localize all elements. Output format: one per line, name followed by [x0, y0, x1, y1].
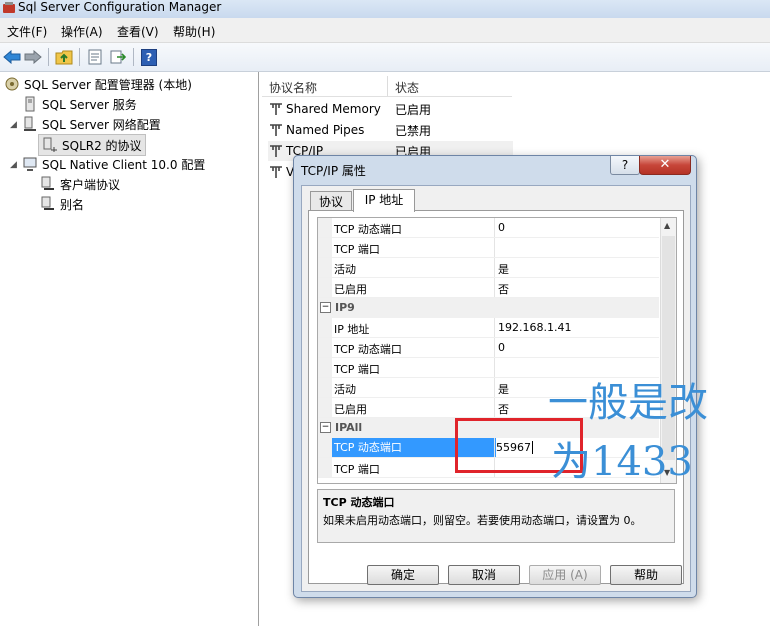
- menu-help[interactable]: 帮助(H): [173, 23, 215, 40]
- help-button[interactable]: ?: [610, 156, 640, 175]
- menu-view[interactable]: 查看(V): [117, 23, 159, 40]
- tree-item-label: 别名: [60, 197, 85, 212]
- tree-item-label: SQL Native Client 10.0 配置: [42, 157, 206, 172]
- category-ip9[interactable]: − IP9: [318, 298, 659, 318]
- ok-button[interactable]: 确定: [367, 565, 439, 585]
- tree-item-network-config[interactable]: SQL Server 网络配置: [22, 114, 161, 134]
- property-row[interactable]: TCP 动态端口 0: [318, 338, 659, 358]
- toolbar-separator: [48, 48, 49, 66]
- tree-item-sql-server-services[interactable]: SQL Server 服务: [22, 94, 137, 114]
- tab-ip-address[interactable]: IP 地址: [353, 189, 415, 212]
- tree-item-label: 客户端协议: [60, 177, 121, 192]
- export-icon[interactable]: [108, 47, 128, 67]
- back-arrow-icon[interactable]: [2, 47, 22, 67]
- config-manager-icon: [5, 77, 19, 91]
- window-title: Sql Server Configuration Manager: [18, 0, 222, 14]
- tree-item-aliases[interactable]: 别名: [40, 194, 84, 214]
- navigation-tree: SQL Server 配置管理器 (本地) SQL Server 服务 ◢ SQ…: [0, 72, 259, 626]
- tree-root-label: SQL Server 配置管理器 (本地): [24, 77, 192, 92]
- tree-item-label: SQL Server 服务: [42, 97, 137, 112]
- protocol-name: Named Pipes: [286, 123, 365, 137]
- protocol-icon: [270, 124, 282, 136]
- annotation-text-line2: 为1433: [551, 439, 693, 485]
- protocol-status: 已启用: [395, 102, 432, 117]
- help-dialog-button[interactable]: 帮助: [610, 565, 682, 585]
- tree-item-label: SQLR2 的协议: [62, 138, 142, 153]
- close-button[interactable]: ✕: [639, 156, 691, 175]
- collapse-toggle-icon[interactable]: −: [320, 302, 331, 313]
- collapse-toggle-icon[interactable]: −: [320, 422, 331, 433]
- tree-item-native-client-config[interactable]: SQL Native Client 10.0 配置: [22, 154, 205, 174]
- client-config-icon: [23, 157, 37, 171]
- scroll-up-icon[interactable]: ▲: [664, 221, 670, 230]
- toolbar: ?: [0, 43, 770, 72]
- dialog-title: TCP/IP 属性: [301, 164, 366, 178]
- column-status[interactable]: 状态: [395, 79, 419, 96]
- tree-root[interactable]: SQL Server 配置管理器 (本地): [4, 74, 192, 94]
- up-folder-icon[interactable]: [54, 47, 74, 67]
- protocols-icon: [43, 137, 57, 152]
- protocol-icon: [270, 103, 282, 115]
- description-text: 如果未启用动态端口，则留空。若要使用动态端口，请设置为 0。: [323, 514, 642, 527]
- tree-item-client-protocols[interactable]: 客户端协议: [40, 174, 120, 194]
- list-item[interactable]: V: [268, 162, 294, 182]
- property-row[interactable]: TCP 端口: [318, 238, 659, 258]
- description-title: TCP 动态端口: [323, 496, 395, 509]
- toolbar-separator: [133, 48, 134, 66]
- tree-item-sqlr2-protocols[interactable]: SQLR2 的协议: [38, 134, 146, 156]
- server-icon: [25, 96, 35, 112]
- protocol-name: Shared Memory: [286, 102, 381, 116]
- description-panel: TCP 动态端口 如果未启用动态端口，则留空。若要使用动态端口，请设置为 0。: [317, 489, 675, 543]
- protocol-icon: [270, 166, 282, 178]
- list-item[interactable]: Named Pipes 已禁用: [268, 120, 431, 140]
- property-row[interactable]: 已启用否: [318, 278, 659, 298]
- alias-icon: [41, 196, 54, 210]
- menu-bar: 文件(F) 操作(A) 查看(V) 帮助(H): [0, 18, 770, 43]
- column-protocol-name[interactable]: 协议名称: [269, 79, 317, 96]
- property-row[interactable]: 活动是: [318, 258, 659, 278]
- property-row[interactable]: IP 地址 192.168.1.41: [318, 318, 659, 338]
- list-item[interactable]: Shared Memory 已启用: [268, 99, 431, 119]
- menu-file[interactable]: 文件(F): [7, 23, 47, 40]
- annotation-text-line1: 一般是改: [548, 380, 708, 426]
- app-icon: [3, 2, 15, 13]
- protocol-status: 已禁用: [395, 123, 432, 138]
- collapse-arrow-icon[interactable]: ◢: [10, 120, 17, 130]
- forward-arrow-icon[interactable]: [23, 47, 43, 67]
- protocol-icon: [270, 145, 282, 157]
- menu-action[interactable]: 操作(A): [61, 23, 103, 40]
- toolbar-separator: [79, 48, 80, 66]
- cancel-button[interactable]: 取消: [448, 565, 520, 585]
- window-title-bar: Sql Server Configuration Manager: [0, 0, 770, 18]
- network-config-icon: [24, 116, 36, 131]
- collapse-arrow-icon[interactable]: ◢: [10, 160, 17, 170]
- help-icon[interactable]: ?: [139, 47, 159, 67]
- apply-button[interactable]: 应用 (A): [529, 565, 601, 585]
- properties-icon[interactable]: [85, 47, 105, 67]
- property-row[interactable]: TCP 动态端口 0: [318, 218, 659, 238]
- client-protocols-icon: [41, 176, 54, 190]
- dialog-title-bar: TCP/IP 属性 ? ✕: [294, 156, 696, 184]
- list-header: 协议名称 状态: [262, 76, 512, 97]
- tab-protocol[interactable]: 协议: [310, 191, 352, 212]
- column-divider: [387, 76, 388, 96]
- tree-item-label: SQL Server 网络配置: [42, 117, 161, 132]
